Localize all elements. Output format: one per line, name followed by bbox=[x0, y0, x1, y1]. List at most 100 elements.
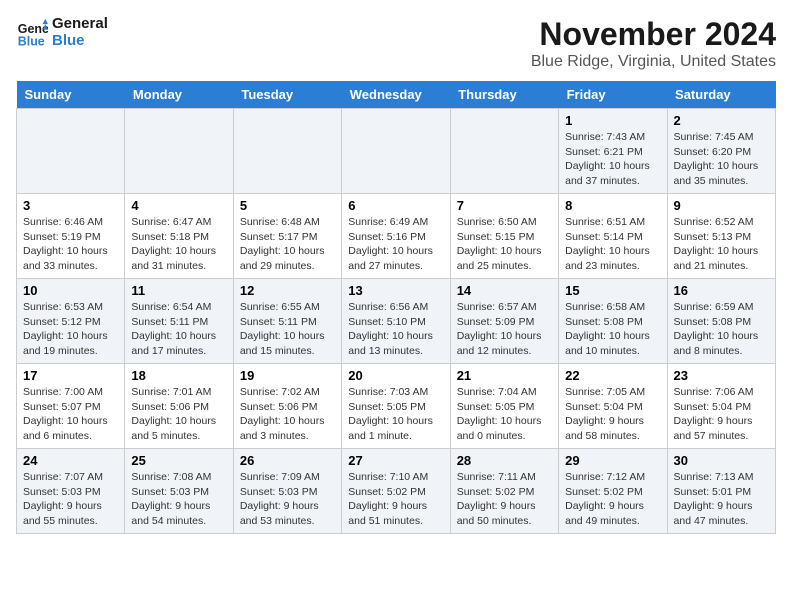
calendar-cell: 28 Sunrise: 7:11 AMSunset: 5:02 PMDayligh… bbox=[450, 449, 558, 534]
cell-date-number: 24 bbox=[23, 453, 118, 468]
cell-date-number: 18 bbox=[131, 368, 226, 383]
cell-info-text: Sunrise: 7:02 AMSunset: 5:06 PMDaylight:… bbox=[240, 385, 335, 444]
cell-date-number: 16 bbox=[674, 283, 769, 298]
svg-text:Blue: Blue bbox=[18, 34, 45, 48]
calendar-cell: 25 Sunrise: 7:08 AMSunset: 5:03 PMDayligh… bbox=[125, 449, 233, 534]
calendar-cell: 19Sunrise: 7:02 AMSunset: 5:06 PMDayligh… bbox=[233, 364, 341, 449]
cell-date-number: 26 bbox=[240, 453, 335, 468]
calendar-cell: 13 Sunrise: 6:56 AMSunset: 5:10 PMDayligh… bbox=[342, 279, 450, 364]
day-header-saturday: Saturday bbox=[667, 81, 775, 109]
cell-info-text: Sunrise: 6:57 AMSunset: 5:09 PMDaylight:… bbox=[457, 300, 552, 359]
cell-date-number: 29 bbox=[565, 453, 660, 468]
cell-info-text: Sunrise: 7:05 AMSunset: 5:04 PMDaylight:… bbox=[565, 385, 660, 444]
cell-info-text: Sunrise: 7:08 AMSunset: 5:03 PMDaylight:… bbox=[131, 470, 226, 529]
cell-date-number: 25 bbox=[131, 453, 226, 468]
calendar-header-row: SundayMondayTuesdayWednesdayThursdayFrid… bbox=[17, 81, 776, 109]
cell-date-number: 20 bbox=[348, 368, 443, 383]
calendar-cell bbox=[342, 109, 450, 194]
cell-date-number: 14 bbox=[457, 283, 552, 298]
cell-info-text: Sunrise: 6:49 AMSunset: 5:16 PMDaylight:… bbox=[348, 215, 443, 274]
cell-date-number: 27 bbox=[348, 453, 443, 468]
cell-date-number: 1 bbox=[565, 113, 660, 128]
calendar-cell: 21 Sunrise: 7:04 AMSunset: 5:05 PMDayligh… bbox=[450, 364, 558, 449]
cell-info-text: Sunrise: 6:53 AMSunset: 5:12 PMDaylight:… bbox=[23, 300, 118, 359]
cell-info-text: Sunrise: 6:55 AMSunset: 5:11 PMDaylight:… bbox=[240, 300, 335, 359]
cell-info-text: Sunrise: 7:12 AMSunset: 5:02 PMDaylight:… bbox=[565, 470, 660, 529]
cell-date-number: 5 bbox=[240, 198, 335, 213]
title-area: November 2024 Blue Ridge, Virginia, Unit… bbox=[531, 16, 776, 71]
calendar-cell: 6 Sunrise: 6:49 AMSunset: 5:16 PMDaylight… bbox=[342, 194, 450, 279]
logo-blue: Blue bbox=[52, 33, 108, 50]
day-header-sunday: Sunday bbox=[17, 81, 125, 109]
calendar-cell: 20 Sunrise: 7:03 AMSunset: 5:05 PMDayligh… bbox=[342, 364, 450, 449]
calendar-cell: 22 Sunrise: 7:05 AMSunset: 5:04 PMDayligh… bbox=[559, 364, 667, 449]
month-title: November 2024 bbox=[531, 16, 776, 53]
calendar-cell: 8Sunrise: 6:51 AMSunset: 5:14 PMDaylight… bbox=[559, 194, 667, 279]
cell-info-text: Sunrise: 6:52 AMSunset: 5:13 PMDaylight:… bbox=[674, 215, 769, 274]
calendar-cell: 27 Sunrise: 7:10 AMSunset: 5:02 PMDayligh… bbox=[342, 449, 450, 534]
logo: General Blue General Blue bbox=[16, 16, 108, 49]
calendar-cell: 1 Sunrise: 7:43 AMSunset: 6:21 PMDaylight… bbox=[559, 109, 667, 194]
cell-info-text: Sunrise: 7:03 AMSunset: 5:05 PMDaylight:… bbox=[348, 385, 443, 444]
calendar-cell: 10 Sunrise: 6:53 AMSunset: 5:12 PMDayligh… bbox=[17, 279, 125, 364]
cell-info-text: Sunrise: 6:50 AMSunset: 5:15 PMDaylight:… bbox=[457, 215, 552, 274]
cell-date-number: 23 bbox=[674, 368, 769, 383]
calendar-cell: 4Sunrise: 6:47 AMSunset: 5:18 PMDaylight… bbox=[125, 194, 233, 279]
calendar-cell bbox=[450, 109, 558, 194]
cell-info-text: Sunrise: 7:11 AMSunset: 5:02 PMDaylight:… bbox=[457, 470, 552, 529]
calendar-cell: 23Sunrise: 7:06 AMSunset: 5:04 PMDayligh… bbox=[667, 364, 775, 449]
page-header: General Blue General Blue November 2024 … bbox=[16, 16, 776, 71]
cell-info-text: Sunrise: 7:13 AMSunset: 5:01 PMDaylight:… bbox=[674, 470, 769, 529]
cell-date-number: 6 bbox=[348, 198, 443, 213]
cell-date-number: 3 bbox=[23, 198, 118, 213]
cell-info-text: Sunrise: 6:48 AMSunset: 5:17 PMDaylight:… bbox=[240, 215, 335, 274]
cell-date-number: 10 bbox=[23, 283, 118, 298]
calendar-cell: 14 Sunrise: 6:57 AMSunset: 5:09 PMDayligh… bbox=[450, 279, 558, 364]
cell-date-number: 2 bbox=[674, 113, 769, 128]
cell-date-number: 30 bbox=[674, 453, 769, 468]
day-header-thursday: Thursday bbox=[450, 81, 558, 109]
cell-date-number: 7 bbox=[457, 198, 552, 213]
cell-info-text: Sunrise: 6:59 AMSunset: 5:08 PMDaylight:… bbox=[674, 300, 769, 359]
calendar-cell: 3 Sunrise: 6:46 AMSunset: 5:19 PMDaylight… bbox=[17, 194, 125, 279]
cell-info-text: Sunrise: 7:45 AMSunset: 6:20 PMDaylight:… bbox=[674, 130, 769, 189]
cell-date-number: 12 bbox=[240, 283, 335, 298]
cell-info-text: Sunrise: 7:10 AMSunset: 5:02 PMDaylight:… bbox=[348, 470, 443, 529]
cell-info-text: Sunrise: 7:09 AMSunset: 5:03 PMDaylight:… bbox=[240, 470, 335, 529]
cell-date-number: 13 bbox=[348, 283, 443, 298]
cell-date-number: 9 bbox=[674, 198, 769, 213]
cell-date-number: 28 bbox=[457, 453, 552, 468]
cell-date-number: 21 bbox=[457, 368, 552, 383]
calendar-cell: 18 Sunrise: 7:01 AMSunset: 5:06 PMDayligh… bbox=[125, 364, 233, 449]
calendar-cell: 7 Sunrise: 6:50 AMSunset: 5:15 PMDaylight… bbox=[450, 194, 558, 279]
cell-info-text: Sunrise: 6:58 AMSunset: 5:08 PMDaylight:… bbox=[565, 300, 660, 359]
cell-info-text: Sunrise: 6:46 AMSunset: 5:19 PMDaylight:… bbox=[23, 215, 118, 274]
calendar-week-1: 1 Sunrise: 7:43 AMSunset: 6:21 PMDaylight… bbox=[17, 109, 776, 194]
cell-info-text: Sunrise: 7:04 AMSunset: 5:05 PMDaylight:… bbox=[457, 385, 552, 444]
calendar-cell: 16 Sunrise: 6:59 AMSunset: 5:08 PMDayligh… bbox=[667, 279, 775, 364]
calendar-cell: 15 Sunrise: 6:58 AMSunset: 5:08 PMDayligh… bbox=[559, 279, 667, 364]
calendar-cell: 9 Sunrise: 6:52 AMSunset: 5:13 PMDaylight… bbox=[667, 194, 775, 279]
cell-date-number: 11 bbox=[131, 283, 226, 298]
calendar-cell: 2 Sunrise: 7:45 AMSunset: 6:20 PMDaylight… bbox=[667, 109, 775, 194]
day-header-monday: Monday bbox=[125, 81, 233, 109]
calendar-cell bbox=[17, 109, 125, 194]
cell-info-text: Sunrise: 7:43 AMSunset: 6:21 PMDaylight:… bbox=[565, 130, 660, 189]
cell-date-number: 22 bbox=[565, 368, 660, 383]
cell-date-number: 17 bbox=[23, 368, 118, 383]
cell-info-text: Sunrise: 6:56 AMSunset: 5:10 PMDaylight:… bbox=[348, 300, 443, 359]
calendar-week-2: 3 Sunrise: 6:46 AMSunset: 5:19 PMDaylight… bbox=[17, 194, 776, 279]
cell-date-number: 15 bbox=[565, 283, 660, 298]
day-header-wednesday: Wednesday bbox=[342, 81, 450, 109]
calendar-cell: 11Sunrise: 6:54 AMSunset: 5:11 PMDayligh… bbox=[125, 279, 233, 364]
calendar-week-5: 24Sunrise: 7:07 AMSunset: 5:03 PMDayligh… bbox=[17, 449, 776, 534]
cell-info-text: Sunrise: 6:51 AMSunset: 5:14 PMDaylight:… bbox=[565, 215, 660, 274]
location-title: Blue Ridge, Virginia, United States bbox=[531, 53, 776, 71]
calendar-cell: 17Sunrise: 7:00 AMSunset: 5:07 PMDayligh… bbox=[17, 364, 125, 449]
day-header-friday: Friday bbox=[559, 81, 667, 109]
cell-info-text: Sunrise: 7:01 AMSunset: 5:06 PMDaylight:… bbox=[131, 385, 226, 444]
cell-date-number: 4 bbox=[131, 198, 226, 213]
calendar-cell: 26 Sunrise: 7:09 AMSunset: 5:03 PMDayligh… bbox=[233, 449, 341, 534]
calendar-cell: 12 Sunrise: 6:55 AMSunset: 5:11 PMDayligh… bbox=[233, 279, 341, 364]
logo-icon: General Blue bbox=[16, 17, 48, 49]
